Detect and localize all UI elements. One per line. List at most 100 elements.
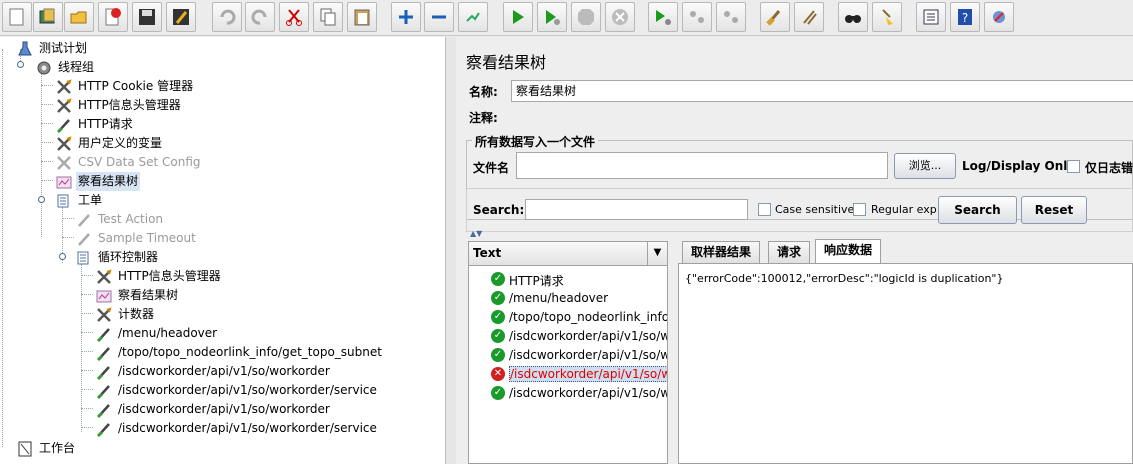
workbench-icon — [18, 441, 32, 457]
tree-node-label: Test Action — [98, 212, 164, 226]
save-icon[interactable] — [132, 2, 162, 32]
shutdown-icon[interactable] — [605, 2, 635, 32]
search-button[interactable]: Search — [938, 196, 1017, 224]
result-item-selected[interactable]: ✕ /isdcworkorder/api/v1/so/wor — [469, 365, 667, 384]
response-text[interactable]: {"errorCode":100012,"errorDesc":"logicId… — [685, 272, 1003, 285]
tree-node-label: 计数器 — [118, 307, 155, 321]
controller-icon — [77, 251, 89, 265]
case-sensitive-label: Case sensitive — [775, 203, 855, 216]
tree-node-label: 工作台 — [39, 441, 76, 455]
remote-stop-icon[interactable] — [682, 2, 712, 32]
tree-node-label: 察看结果树 — [118, 288, 179, 302]
success-icon: ✓ — [491, 310, 505, 324]
reset-search-icon[interactable] — [872, 2, 902, 32]
result-item[interactable]: ✓ /isdcworkorder/api/v1/so/wor — [469, 384, 667, 403]
errors-only-checkbox[interactable] — [1067, 160, 1080, 173]
result-list: Text ▼ ✓ HTTP请求 ✓ /menu/headover ✓ /topo… — [468, 241, 668, 464]
split-arrows-icon[interactable]: ▲▼ — [470, 229, 482, 238]
save-as-icon[interactable] — [166, 2, 196, 32]
paste-icon[interactable] — [347, 2, 377, 32]
regular-exp-label: Regular exp. — [871, 203, 941, 216]
stop-icon[interactable] — [571, 2, 601, 32]
tree-node-label: /isdcworkorder/api/v1/so/workorder/servi… — [118, 421, 377, 435]
tab-request[interactable]: 请求 — [768, 241, 811, 263]
result-item[interactable]: ✓ /menu/headover — [469, 289, 667, 308]
test-plan-icon — [18, 41, 32, 56]
function-helper-icon[interactable] — [916, 2, 946, 32]
listener-icon — [96, 290, 112, 303]
sampler-icon — [96, 366, 110, 380]
response-data-panel: {"errorCode":100012,"errorDesc":"logicId… — [678, 263, 1133, 464]
result-label: HTTP请求 — [509, 274, 564, 288]
search-icon[interactable] — [838, 2, 868, 32]
case-sensitive-checkbox[interactable] — [758, 203, 771, 216]
tree-node-label: 用户定义的变量 — [78, 136, 163, 150]
copy-icon[interactable] — [313, 2, 343, 32]
success-icon: ✓ — [491, 348, 505, 362]
sampler-icon — [56, 119, 70, 133]
tab-response-data[interactable]: 响应数据 — [815, 239, 882, 263]
remote-shutdown-icon[interactable] — [716, 2, 746, 32]
new-icon[interactable] — [2, 2, 32, 32]
sampler-icon — [96, 423, 110, 437]
collapse-icon[interactable] — [424, 2, 454, 32]
result-item[interactable]: ✓ HTTP请求 — [469, 270, 667, 289]
timer-icon — [78, 233, 90, 246]
cut-icon[interactable] — [279, 2, 309, 32]
splitter[interactable] — [446, 37, 456, 464]
config-element-icon — [57, 156, 71, 170]
tree-node-label: /menu/headover — [118, 326, 218, 340]
start-no-pause-icon[interactable] — [537, 2, 567, 32]
error-icon: ✕ — [491, 367, 505, 381]
view-results-tree-panel: 察看结果树 名称: 察看结果树 注释: 所有数据写入一个文件 文件名 浏览...… — [456, 37, 1133, 464]
reset-button[interactable]: Reset — [1021, 196, 1087, 224]
comment-field[interactable] — [511, 106, 1133, 128]
renderer-value: Text — [473, 246, 502, 260]
tree-node-label: /topo/topo_nodeorlink_info/get_topo_subn… — [118, 345, 382, 359]
browse-button[interactable]: 浏览... — [894, 153, 956, 179]
search-input[interactable] — [525, 199, 748, 220]
close-icon[interactable] — [98, 2, 128, 32]
toolbar: ? — [0, 0, 1133, 36]
success-icon: ✓ — [491, 386, 505, 400]
config-element-icon — [97, 269, 112, 284]
result-item[interactable]: ✓ /isdcworkorder/api/v1/so/wor — [469, 346, 667, 365]
sampler-icon — [96, 347, 110, 361]
start-icon[interactable] — [503, 2, 533, 32]
config-element-icon — [57, 98, 72, 113]
comment-label: 注释: — [469, 111, 498, 125]
result-item[interactable]: ✓ /topo/topo_nodeorlink_info/g — [469, 308, 667, 327]
renderer-select[interactable]: Text ▼ — [469, 242, 667, 266]
tree-node-label: 察看结果树 — [76, 172, 141, 191]
undo-icon[interactable] — [212, 2, 242, 32]
tree-node-label: Sample Timeout — [98, 231, 196, 245]
remote-start-icon[interactable] — [648, 2, 678, 32]
expand-icon[interactable] — [391, 2, 421, 32]
config-element-icon — [57, 136, 72, 151]
clear-all-icon[interactable] — [794, 2, 824, 32]
open-icon[interactable] — [64, 2, 94, 32]
name-field[interactable]: 察看结果树 — [511, 80, 1133, 102]
result-item[interactable]: ✓ /isdcworkorder/api/v1/so/wor — [469, 327, 667, 346]
remote-icon[interactable] — [984, 2, 1014, 32]
regular-exp-checkbox[interactable] — [853, 203, 866, 216]
write-to-file-title: 所有数据写入一个文件 — [472, 133, 599, 150]
help-icon[interactable]: ? — [950, 2, 980, 32]
tree-node-label: HTTP信息头管理器 — [118, 269, 221, 283]
tab-sampler-result[interactable]: 取样器结果 — [682, 241, 761, 263]
tree-node-label: 工单 — [78, 193, 103, 207]
redo-icon[interactable] — [245, 2, 275, 32]
svg-text:?: ? — [962, 11, 968, 25]
templates-icon[interactable] — [33, 2, 63, 32]
config-element-icon — [97, 307, 112, 322]
listener-icon — [56, 176, 72, 189]
clear-icon[interactable] — [760, 2, 790, 32]
tree-node-label: 测试计划 — [39, 41, 88, 55]
toggle-icon[interactable] — [458, 2, 488, 32]
chevron-down-icon[interactable]: ▼ — [647, 242, 667, 265]
tree-node-label: /isdcworkorder/api/v1/so/workorder/servi… — [118, 383, 377, 397]
result-label: /isdcworkorder/api/v1/so/wor — [509, 348, 667, 362]
tree-node-label: /isdcworkorder/api/v1/so/workorder — [118, 364, 330, 378]
tree-node-label: /isdcworkorder/api/v1/so/workorder — [118, 402, 330, 416]
filename-input[interactable] — [516, 152, 888, 179]
